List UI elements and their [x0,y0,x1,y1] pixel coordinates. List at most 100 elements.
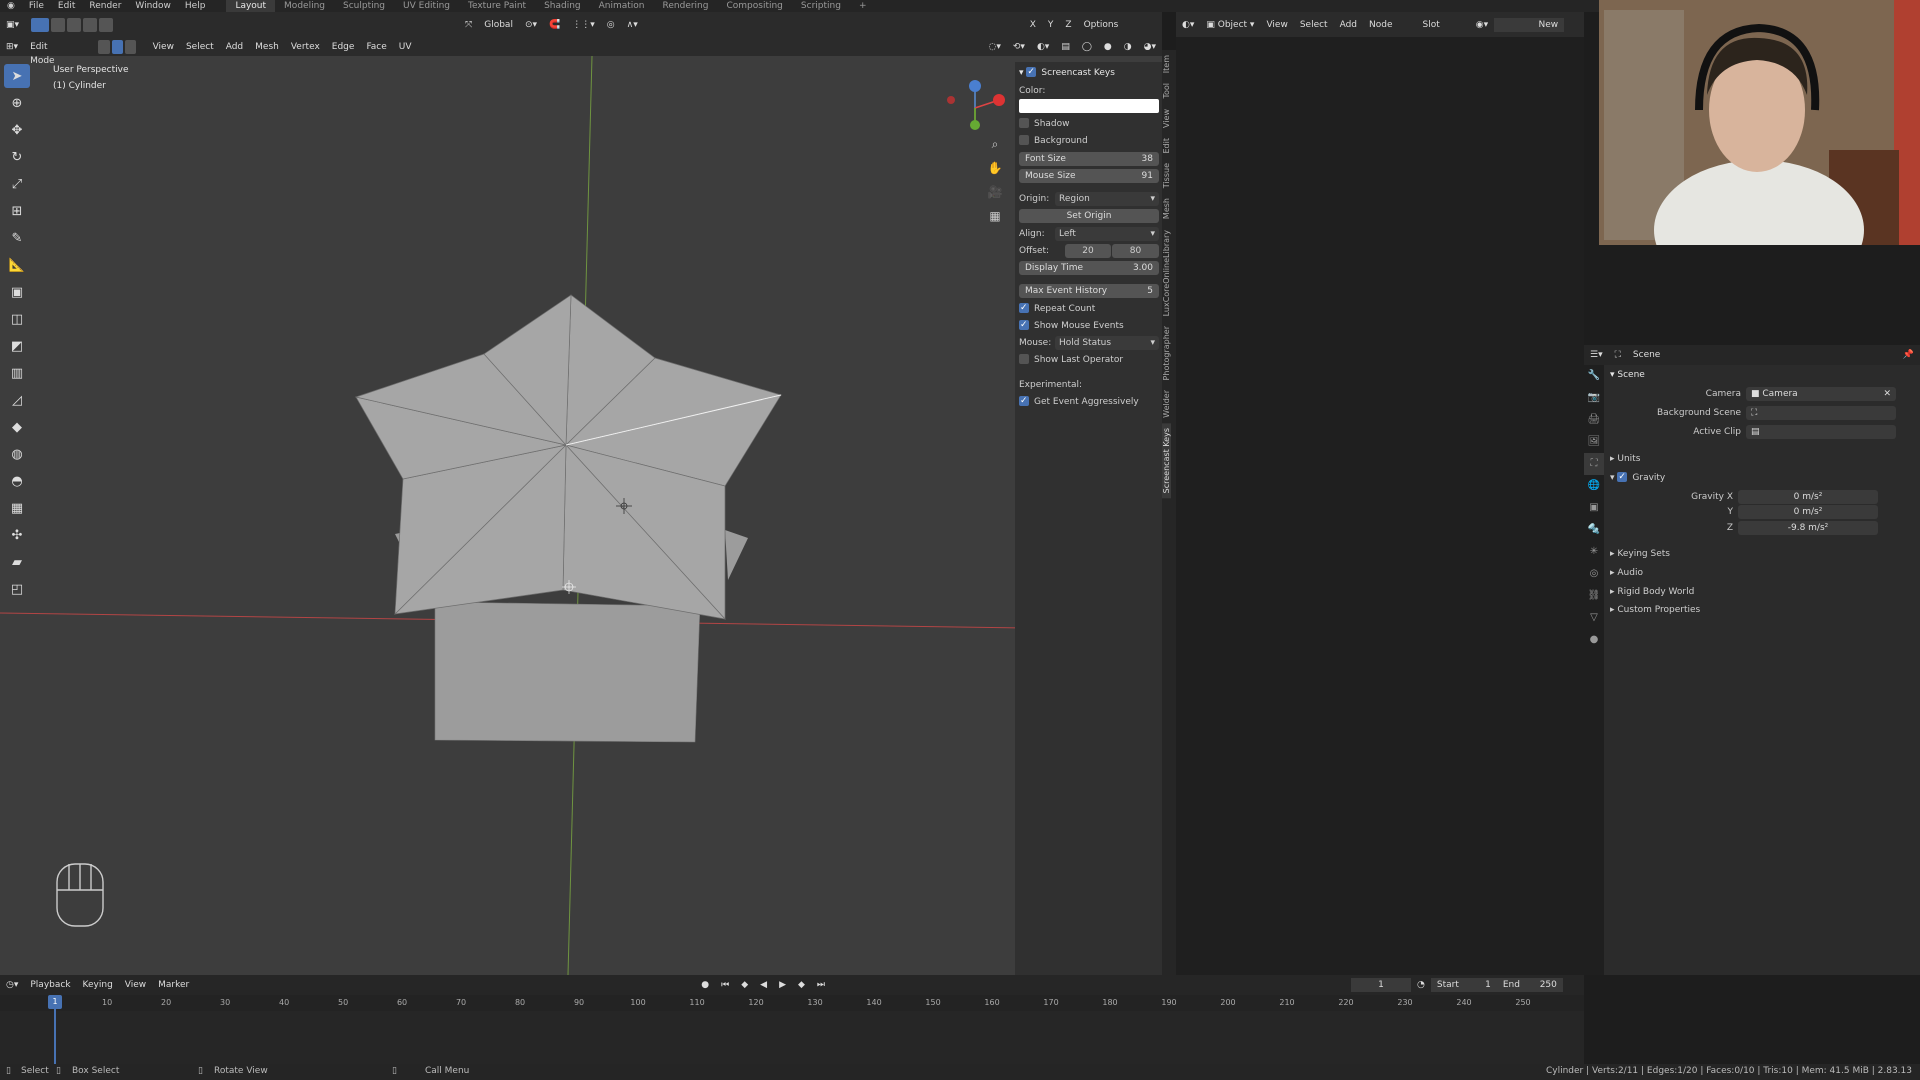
timeline-type-icon[interactable]: ◷▾ [0,978,24,992]
shader-node-editor[interactable]: ◐▾ ▣ Object ▾ View Select Add Node Slot … [1176,12,1584,975]
shadow-row[interactable]: Shadow [1019,117,1159,131]
show-last-operator-row[interactable]: Show Last Operator [1019,353,1159,367]
transform-tool-icon[interactable]: ⊞ [4,199,30,223]
sidebar-tab-luxcore[interactable]: LuxCoreOnlineLibrary [1162,225,1171,321]
proportional-edit-icon[interactable]: ◎ [601,18,621,32]
shrink-tool-icon[interactable]: ✣ [4,523,30,547]
properties-type-icon[interactable]: ☰▾ [1584,348,1609,362]
audio-panel-header[interactable]: ▸ Audio [1610,566,1643,580]
gravity-z-field[interactable]: -9.8 m/s² [1738,521,1878,535]
get-event-checkbox[interactable] [1019,394,1029,408]
workspace-tab-rendering[interactable]: Rendering [654,0,718,12]
shading-rendered-icon[interactable]: ◕▾ [1138,40,1162,54]
max-event-history-field[interactable]: Max Event History 5 [1019,284,1159,298]
mirror-z-toggle[interactable]: Z [1059,18,1077,32]
zoom-icon[interactable]: ⌕ [985,134,1005,154]
inset-tool-icon[interactable]: ◫ [4,307,30,331]
snap-icon[interactable]: 🧲 [543,18,566,32]
repeat-count-row[interactable]: Repeat Count [1019,301,1159,316]
cursor-tool-icon[interactable]: ⊕ [4,91,30,115]
scale-tool-icon[interactable]: ⤢ [4,172,30,196]
ortho-grid-icon[interactable]: ▦ [985,206,1005,226]
menu-vertex[interactable]: Vertex [285,40,326,54]
vertex-select-mode[interactable] [98,39,110,54]
select-tool-icon[interactable]: ➤ [4,64,30,88]
overlay-toggle-icon[interactable]: ◐▾ [1031,40,1055,54]
snap-target-icon[interactable]: ⋮⋮▾ [566,18,601,32]
background-checkbox[interactable] [1019,134,1029,145]
play-icon[interactable]: ▶ [773,978,792,992]
origin-dropdown[interactable]: Region ▾ [1055,192,1159,206]
sidebar-tab-tissue[interactable]: Tissue [1162,158,1171,193]
align-dropdown[interactable]: Left ▾ [1055,227,1159,241]
workspace-tab-sculpting[interactable]: Sculpting [334,0,394,12]
mode-dropdown[interactable]: Edit Mode [24,40,78,66]
select-mode-invert[interactable] [83,17,98,32]
menu-mesh[interactable]: Mesh [249,40,285,54]
playhead-frame-indicator[interactable]: 1 [48,995,62,1009]
timeline-track-area[interactable] [0,1011,1584,1064]
background-scene-field[interactable]: ⛶ [1746,406,1896,420]
node-menu-select[interactable]: Select [1294,18,1334,32]
extrude-tool-icon[interactable]: ▣ [4,280,30,304]
knife-tool-icon[interactable]: ◿ [4,388,30,412]
move-tool-icon[interactable]: ✥ [4,118,30,142]
select-mode-subtract[interactable] [67,17,82,32]
mouse-size-field[interactable]: Mouse Size 91 [1019,169,1159,183]
workspace-tab-animation[interactable]: Animation [590,0,654,12]
spin-tool-icon[interactable]: ◍ [4,442,30,466]
prev-keyframe-icon[interactable]: ◆ [735,978,754,992]
modifier-properties-tab-icon[interactable]: 🔩 [1584,519,1604,541]
transform-orientation-dropdown[interactable]: Global [478,18,519,32]
visibility-icon[interactable]: ◌▾ [983,40,1007,54]
sidebar-tab-tool[interactable]: Tool [1162,78,1171,104]
play-reverse-icon[interactable]: ◀ [754,978,773,992]
next-keyframe-icon[interactable]: ◆ [792,978,811,992]
xray-toggle-icon[interactable]: ▤ [1055,40,1076,54]
pivot-point-icon[interactable]: ⊙▾ [519,18,543,32]
loop-cut-tool-icon[interactable]: ▥ [4,361,30,385]
mouse-dropdown[interactable]: Hold Status ▾ [1055,336,1159,350]
new-material-button[interactable]: New [1494,17,1565,32]
smooth-tool-icon[interactable]: ◓ [4,469,30,493]
timeline-ruler[interactable]: 10 20 30 40 50 60 70 80 90 100 110 120 130 140 150 160 1… [0,995,1584,1011]
active-clip-field[interactable]: ▤ [1746,425,1896,439]
select-mode-intersect[interactable] [99,17,114,32]
scene-panel-header[interactable]: ▾ Scene [1610,368,1645,382]
font-size-field[interactable]: Font Size 38 [1019,152,1159,166]
particles-tab-icon[interactable]: ✳ [1584,541,1604,563]
slot-dropdown[interactable]: Slot [1417,18,1446,32]
gizmo-toggle-icon[interactable]: ⟲▾ [1007,40,1031,54]
navigation-gizmo[interactable] [940,70,1010,140]
sidebar-tab-welder[interactable]: Welder [1162,385,1171,423]
options-dropdown[interactable]: Options [1078,18,1125,32]
tool-properties-tab-icon[interactable]: 🔧 [1584,365,1604,387]
pan-hand-icon[interactable]: ✋ [985,158,1005,178]
editor-type-dropdown[interactable]: ⊞▾ [0,40,24,54]
timeline-editor[interactable]: ◷▾ Playback Keying View Marker ● ⏮ ◆ ◀ ▶… [0,975,1584,1064]
menu-add[interactable]: Add [220,40,249,54]
workspace-tab-layout[interactable]: Layout [226,0,276,12]
clear-icon[interactable]: ✕ [1883,387,1891,401]
menu-select[interactable]: Select [180,40,220,54]
show-mouse-events-row[interactable]: Show Mouse Events [1019,318,1159,333]
current-frame-field[interactable]: 1 [1351,978,1412,992]
blender-logo-icon[interactable]: ◉ [0,1,22,11]
jump-end-icon[interactable]: ⏭ [811,978,831,992]
sidebar-tab-view[interactable]: View [1162,104,1171,133]
set-origin-button[interactable]: Set Origin [1019,209,1159,223]
workspace-tab-shading[interactable]: Shading [535,0,590,12]
menu-view[interactable]: View [147,40,180,54]
mesh-data-tab-icon[interactable]: ▽ [1584,607,1604,629]
shading-solid-icon[interactable]: ● [1098,40,1118,54]
menu-edge[interactable]: Edge [326,40,361,54]
material-tab-icon[interactable]: ● [1584,629,1604,651]
shading-wireframe-icon[interactable]: ◯ [1076,40,1098,54]
select-mode-box[interactable] [31,17,50,32]
node-menu-view[interactable]: View [1260,18,1293,32]
edge-select-mode[interactable] [111,39,123,54]
menu-uv[interactable]: UV [393,40,418,54]
workspace-tab-scripting[interactable]: Scripting [792,0,850,12]
scene-properties-tab-icon[interactable]: ⛶ [1584,453,1604,475]
world-properties-tab-icon[interactable]: 🌐 [1584,475,1604,497]
